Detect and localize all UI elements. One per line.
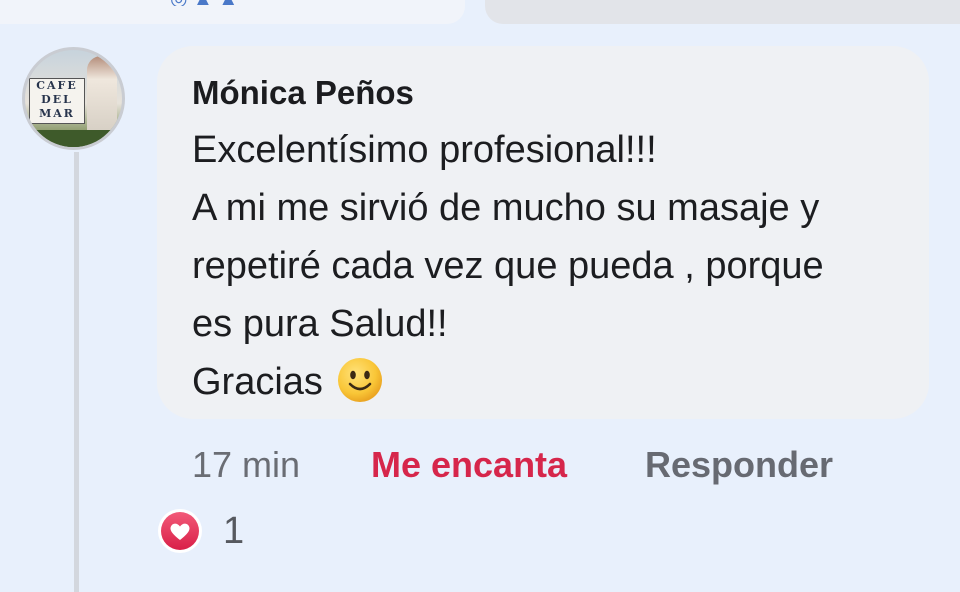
reply-button[interactable]: Responder	[645, 440, 833, 490]
reaction-count: 1	[223, 510, 245, 552]
comment-line: repetiré cada vez que pueda , porque	[192, 245, 824, 287]
comment-author[interactable]: Mónica Peños	[192, 73, 414, 113]
comment-text: Excelentísimo profesional!!! A mi me sir…	[192, 121, 824, 411]
avatar-sign-line-3: MAR	[39, 107, 75, 120]
previous-comment-card: ◎ ▲ ▲	[0, 0, 465, 24]
avatar[interactable]: CAFE DEL MAR	[22, 47, 125, 150]
comment-timestamp: 17 min	[192, 444, 301, 485]
comment-line-last: Gracias	[192, 353, 824, 411]
avatar-foliage	[25, 130, 122, 147]
avatar-person	[87, 56, 117, 134]
smiling-face-icon	[338, 358, 383, 402]
previous-comment-card-right	[485, 0, 960, 24]
previous-comment-link-fragment: ◎ ▲ ▲	[170, 0, 290, 6]
comment-line: Excelentísimo profesional!!!	[192, 129, 657, 171]
avatar-sign-line-1: CAFE	[36, 79, 78, 92]
avatar-sign-line-2: DEL	[41, 93, 73, 106]
avatar-sign: CAFE DEL MAR	[29, 78, 85, 124]
love-reaction-button[interactable]: Me encanta	[371, 440, 567, 490]
comment-line: es pura Salud!!	[192, 303, 448, 345]
thread-line	[74, 152, 79, 592]
heart-icon	[158, 509, 202, 553]
comment-line: Gracias	[192, 361, 323, 403]
comment-line: A mi me sirvió de mucho su masaje y	[192, 187, 820, 229]
